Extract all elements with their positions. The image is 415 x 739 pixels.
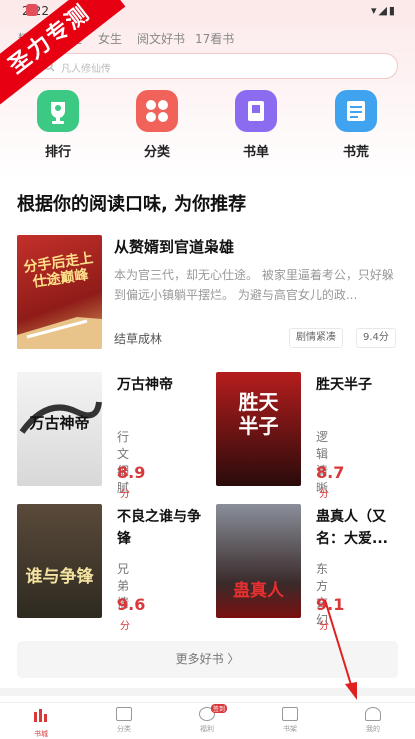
grid-icon — [116, 707, 132, 721]
annotation-arrow — [324, 599, 357, 700]
checkin-badge: 签到 — [211, 704, 228, 713]
bookshelf-icon — [282, 707, 298, 721]
nav-bookstore[interactable]: 书城 — [11, 707, 71, 739]
bookstore-icon — [34, 709, 47, 722]
nav-welfare[interactable]: 签到 福利 — [177, 704, 237, 734]
nav-profile-label: 我的 — [366, 725, 380, 733]
nav-bookshelf-label: 书架 — [283, 725, 297, 733]
nav-bookshelf[interactable]: 书架 — [260, 707, 320, 734]
bottom-nav: 书城 分类 签到 福利 书架 我的 — [0, 702, 415, 739]
nav-category[interactable]: 分类 — [94, 707, 154, 734]
nav-category-label: 分类 — [117, 725, 131, 733]
profile-icon — [365, 707, 381, 721]
nav-profile[interactable]: 我的 — [343, 707, 403, 734]
nav-welfare-label: 福利 — [200, 725, 214, 733]
